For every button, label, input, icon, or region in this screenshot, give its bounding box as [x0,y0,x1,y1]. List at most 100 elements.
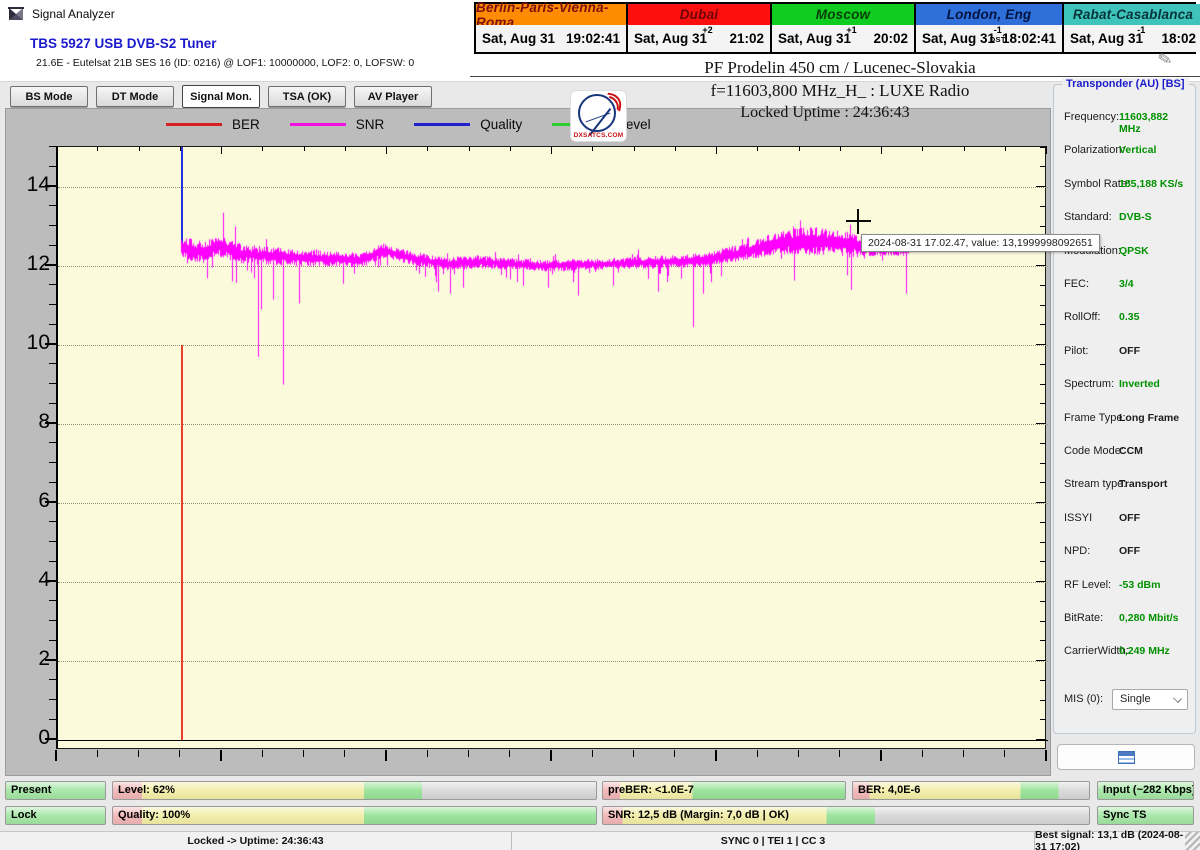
y-tick [49,284,56,285]
x-tick-top [469,146,470,151]
y-tick [49,541,56,542]
transponder-row-standard: Standard:DVB-S [1064,211,1189,223]
clock-time-row: Sat, Aug 3119:02:41 [476,25,626,52]
x-tick-top [221,146,222,154]
tab-signal-mon-[interactable]: Signal Mon. [182,85,260,108]
ts-window-button[interactable] [1057,744,1195,770]
y-tick-right [1036,423,1046,424]
field-label: Stream type: [1064,478,1126,490]
y-tick-right [1036,265,1046,266]
indicator-bar-present: Present [5,781,106,800]
dish-location-title: PF Prodelin 450 cm / Lucenec-Slovakia [560,58,1120,78]
clock-city-label: Berlin-Paris-Vienna-Roma [476,4,626,25]
tab-dt-mode[interactable]: DT Mode [96,86,174,107]
y-tick-right [1040,305,1046,306]
plot-area[interactable]: 2024-08-31 17.02.47, value: 13,199999809… [56,146,1046,749]
y-axis-label-10: 10 [8,331,50,355]
legend-label: Quality [480,117,522,132]
y-tick [49,205,56,206]
x-tick-top [757,146,758,151]
field-value: OFF [1119,545,1140,557]
legend-item-snr: SNR [290,117,385,132]
y-tick-right [1040,463,1046,464]
bar-label: Lock [11,807,37,824]
field-label: Frame Type: [1064,412,1126,424]
transponder-row-carrierwidth: CarrierWidth:0,249 MHz [1064,645,1189,657]
y-tick [49,225,56,226]
clock-hms: 18:02 [1161,31,1196,46]
mis-dropdown[interactable]: Single [1112,689,1188,710]
y-tick [49,403,56,404]
x-tick [303,750,304,757]
y-tick-right [1036,739,1046,740]
signal-analyzer-window: Signal Analyzer Berlin-Paris-Vienna-Roma… [0,0,1200,850]
x-tick-top [592,146,593,151]
y-tick [45,580,56,582]
field-label: Spectrum: [1064,378,1114,390]
x-tick [798,750,799,757]
y-axis-label-12: 12 [8,252,50,276]
clock-time-row: Sat, Aug 31-1DST18:02:41 [916,25,1062,52]
indicator-bar-syncts: Sync TS [1097,806,1194,825]
y-tick [49,146,56,147]
y-tick [45,738,56,740]
frequency-title: f=11603,800 MHz_H_ : LUXE Radio [560,81,1120,101]
y-tick-right [1040,324,1046,325]
y-tick [49,245,56,246]
y-tick-right [1040,601,1046,602]
legend-label: BER [232,117,260,132]
x-tick [674,750,675,757]
x-tick-top [427,146,428,151]
x-tick [385,750,387,761]
legend-swatch-ber [166,123,222,126]
y-tick-right [1040,522,1046,523]
clock-time-row: Sat, Aug 31+120:02 [772,25,914,52]
clock-hms: 21:02 [729,31,764,46]
y-tick-right [1040,561,1046,562]
tab-av-player[interactable]: AV Player [354,86,432,107]
statusbar: Locked -> Uptime: 24:36:43 SYNC 0 | TEI … [0,831,1200,850]
x-tick [633,750,634,757]
field-label: BitRate: [1064,612,1103,624]
clock-date: Sat, Aug 31 [922,31,995,46]
tuner-title: TBS 5927 USB DVB-S2 Tuner [30,36,217,51]
transponder-row-npd: NPD:OFF [1064,545,1189,557]
resize-grip[interactable] [1185,832,1200,850]
field-label: RF Level: [1064,579,1111,591]
x-tick [468,750,469,757]
y-tick-right [1040,226,1046,227]
field-value: DVB-S [1119,211,1152,223]
transponder-row-fec: FEC:3/4 [1064,278,1189,290]
locked-uptime-title: Locked Uptime : 24:36:43 [560,104,1090,122]
mis-label: MIS (0): [1064,693,1103,705]
clock-city-label: Dubai [628,4,770,25]
tuner-subtitle: 21.6E - Eutelsat 21B SES 16 (ID: 0216) @… [36,57,414,69]
legend-item-quality: Quality [414,117,522,132]
titlebar: Signal Analyzer [0,0,470,28]
x-tick [55,750,57,761]
statusbar-best-signal: Best signal: 13,1 dB (2024-08-31 17:02) [1035,832,1185,850]
y-tick [49,304,56,305]
clock-date: Sat, Aug 31 [482,31,555,46]
field-value: CCM [1119,445,1143,457]
y-tick [45,185,56,187]
y-tick [49,679,56,680]
bar-label: SNR: 12,5 dB (Margin: 7,0 dB | OK) [608,807,789,824]
transponder-row-streamtype: Stream type:Transport [1064,478,1189,490]
tab-bs-mode[interactable]: BS Mode [10,86,88,107]
y-tick [45,659,56,661]
transponder-row-spectrum: Spectrum:Inverted [1064,378,1189,390]
x-tick-top [675,146,676,151]
chart-panel: BERSNRQualityLevel 2024-08-31 17.02.47, … [5,108,1051,776]
y-tick-right [1040,482,1046,483]
tab-tsa-ok-[interactable]: TSA (OK) [268,86,346,107]
y-tick [45,501,56,503]
clock-utc-offset: +1 [846,26,856,35]
y-tick [49,462,56,463]
x-tick-top [386,146,387,154]
field-value: 3/4 [1119,278,1134,290]
x-tick-top [1005,146,1006,151]
x-tick-top [922,146,923,151]
clock-date: Sat, Aug 31 [634,31,707,46]
y-axis-label-8: 8 [8,410,50,434]
